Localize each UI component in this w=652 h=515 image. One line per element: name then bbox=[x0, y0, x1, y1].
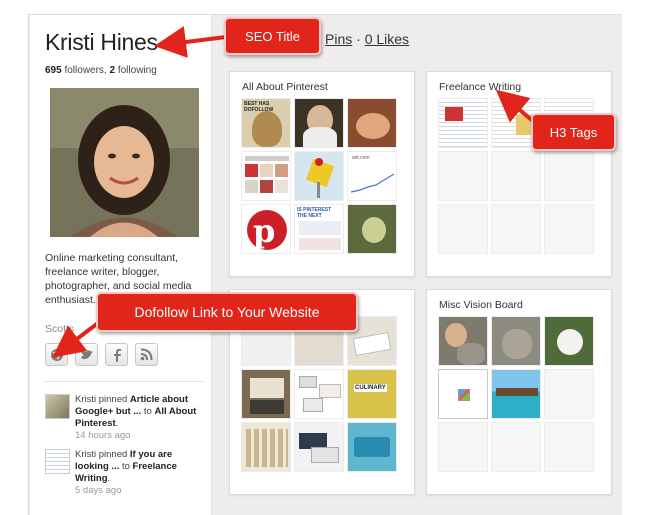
h3-tags-callout: H3 Tags bbox=[531, 113, 616, 151]
seo-title-callout: SEO Title bbox=[224, 17, 321, 55]
annotation-arrows bbox=[52, 26, 536, 358]
seo-title-arrow bbox=[154, 26, 227, 58]
dofollow-callout: Dofollow Link to Your Website bbox=[96, 292, 358, 332]
